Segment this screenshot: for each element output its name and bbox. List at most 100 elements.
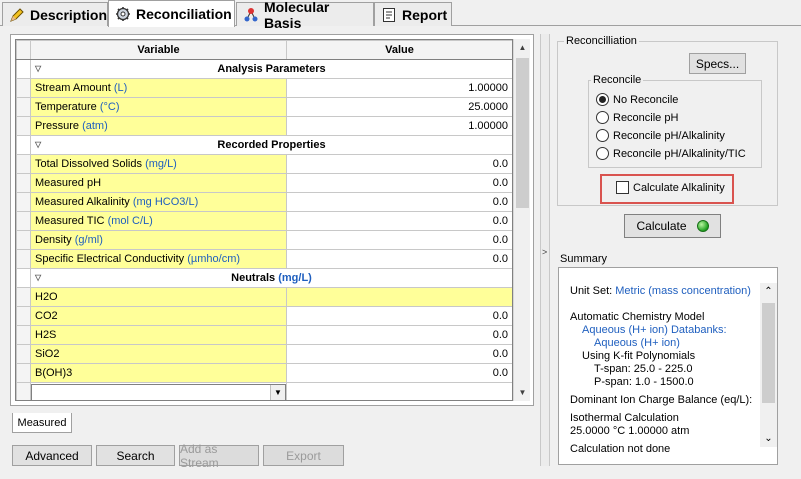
panel-splitter[interactable]: > bbox=[540, 34, 550, 466]
variable-unit: (g/ml) bbox=[74, 234, 103, 246]
variable-cell[interactable]: Density (g/ml) bbox=[30, 230, 287, 250]
table-row[interactable]: SiO2 0.0 bbox=[16, 344, 512, 364]
tab-report[interactable]: Report bbox=[374, 2, 452, 26]
section-header-row[interactable]: ▽ Analysis Parameters bbox=[16, 59, 512, 79]
value-cell[interactable]: 0.0 bbox=[286, 154, 512, 174]
collapse-icon[interactable]: ▽ bbox=[35, 64, 41, 73]
row-indicator bbox=[16, 211, 31, 231]
variable-name: B(OH)3 bbox=[35, 367, 73, 379]
variable-cell[interactable]: H2S bbox=[30, 325, 287, 345]
new-entry-row[interactable]: ▼ bbox=[16, 382, 512, 400]
tab-description[interactable]: Description bbox=[2, 2, 108, 26]
table-row[interactable]: H2O bbox=[16, 287, 512, 307]
radio-unselected-icon bbox=[596, 129, 609, 142]
value-cell[interactable]: 1.00000 bbox=[286, 78, 512, 98]
section-title-unit: (mg/L) bbox=[278, 272, 312, 284]
value-cell[interactable]: 0.0 bbox=[286, 344, 512, 364]
table-row[interactable]: Pressure (atm) 1.00000 bbox=[16, 116, 512, 136]
variable-cell[interactable]: H2O bbox=[30, 287, 287, 307]
collapse-icon[interactable]: ▽ bbox=[35, 273, 41, 282]
value-cell[interactable] bbox=[286, 287, 512, 307]
add-as-stream-button[interactable]: Add as Stream bbox=[179, 442, 259, 470]
sheet-tab-measured[interactable]: Measured bbox=[12, 413, 72, 433]
table-row[interactable]: Stream Amount (L) 1.00000 bbox=[16, 78, 512, 98]
radio-reconcile-ph[interactable]: Reconcile pH bbox=[596, 111, 678, 124]
variable-cell[interactable]: B(OH)3 bbox=[30, 363, 287, 383]
variable-cell[interactable]: Measured Alkalinity (mg HCO3/L) bbox=[30, 192, 287, 212]
section-header-row[interactable]: ▽ Neutrals (mg/L) bbox=[16, 268, 512, 288]
radio-reconcile-ph-alkalinity[interactable]: Reconcile pH/Alkalinity bbox=[596, 129, 725, 142]
variable-cell[interactable]: Measured pH bbox=[30, 173, 287, 193]
value-cell[interactable]: 0.0 bbox=[286, 363, 512, 383]
databank-line-2[interactable]: Aqueous (H+ ion) bbox=[570, 337, 760, 350]
value-cell[interactable]: 0.0 bbox=[286, 230, 512, 250]
tab-reconciliation[interactable]: Reconciliation bbox=[108, 0, 235, 27]
variable-unit: (mg HCO3/L) bbox=[132, 196, 199, 208]
variable-name: Measured pH bbox=[35, 177, 102, 189]
collapse-icon[interactable]: ▽ bbox=[35, 140, 41, 149]
summary-scroll-thumb[interactable] bbox=[762, 303, 775, 403]
radio-selected-icon bbox=[596, 93, 609, 106]
databank-line-1[interactable]: Aqueous (H+ ion) Databanks: bbox=[570, 324, 760, 337]
new-entry-cell[interactable]: ▼ bbox=[30, 382, 287, 400]
value-cell[interactable]: 0.0 bbox=[286, 173, 512, 193]
species-combobox[interactable]: ▼ bbox=[31, 383, 286, 400]
table-row[interactable]: Specific Electrical Conductivity (µmho/c… bbox=[16, 249, 512, 269]
variable-cell[interactable]: Measured TIC (mol C/L) bbox=[30, 211, 287, 231]
column-header-variable[interactable]: Variable bbox=[30, 40, 287, 60]
value-cell[interactable]: 1.00000 bbox=[286, 116, 512, 136]
radio-no-reconcile[interactable]: No Reconcile bbox=[596, 93, 678, 106]
table-row[interactable]: B(OH)3 0.0 bbox=[16, 363, 512, 383]
unit-set-label: Unit Set: bbox=[570, 285, 613, 297]
scroll-up-icon[interactable]: ▲ bbox=[514, 39, 531, 56]
section-header-row[interactable]: ▽ Recorded Properties bbox=[16, 135, 512, 155]
radio-no-reconcile-label: No Reconcile bbox=[613, 93, 679, 106]
variable-cell[interactable]: Pressure (atm) bbox=[30, 116, 287, 136]
chevron-right-icon[interactable]: > bbox=[542, 247, 547, 257]
value-cell[interactable]: 0.0 bbox=[286, 192, 512, 212]
variable-cell[interactable]: Total Dissolved Solids (mg/L) bbox=[30, 154, 287, 174]
calculate-alkalinity-checkbox[interactable]: Calculate Alkalinity bbox=[616, 181, 725, 194]
variable-unit: (L) bbox=[113, 82, 128, 94]
unit-set-value[interactable]: Metric (mass concentration) bbox=[615, 285, 751, 297]
variable-cell[interactable]: Stream Amount (L) bbox=[30, 78, 287, 98]
table-row[interactable]: Density (g/ml) 0.0 bbox=[16, 230, 512, 250]
radio-reconcile-ph-alkalinity-tic[interactable]: Reconcile pH/Alkalinity/TIC bbox=[596, 147, 746, 160]
table-row[interactable]: Temperature (°C) 25.0000 bbox=[16, 97, 512, 117]
grid-vertical-scrollbar[interactable]: ▲ ▼ bbox=[513, 39, 530, 401]
tab-molecular-basis[interactable]: Molecular Basis bbox=[236, 0, 374, 31]
table-row[interactable]: Measured pH 0.0 bbox=[16, 173, 512, 193]
variable-name: Temperature bbox=[35, 101, 97, 113]
chevron-down-icon[interactable]: ⌄ bbox=[760, 430, 777, 447]
value-cell[interactable]: 0.0 bbox=[286, 306, 512, 326]
radio-unselected-icon bbox=[596, 111, 609, 124]
table-row[interactable]: H2S 0.0 bbox=[16, 325, 512, 345]
value-cell[interactable]: 0.0 bbox=[286, 211, 512, 231]
table-row[interactable]: Measured TIC (mol C/L) 0.0 bbox=[16, 211, 512, 231]
report-icon bbox=[381, 7, 397, 23]
specs-button[interactable]: Specs... bbox=[689, 53, 746, 74]
value-cell[interactable]: 25.0000 bbox=[286, 97, 512, 117]
scroll-thumb[interactable] bbox=[516, 58, 529, 208]
value-cell[interactable] bbox=[286, 382, 512, 400]
table-row[interactable]: Total Dissolved Solids (mg/L) 0.0 bbox=[16, 154, 512, 174]
variable-cell[interactable]: CO2 bbox=[30, 306, 287, 326]
table-row[interactable]: Measured Alkalinity (mg HCO3/L) 0.0 bbox=[16, 192, 512, 212]
advanced-button[interactable]: Advanced bbox=[12, 445, 92, 466]
value-cell[interactable]: 0.0 bbox=[286, 249, 512, 269]
table-row[interactable]: CO2 0.0 bbox=[16, 306, 512, 326]
variable-cell[interactable]: Temperature (°C) bbox=[30, 97, 287, 117]
calculate-button[interactable]: Calculate bbox=[624, 214, 721, 238]
search-button[interactable]: Search bbox=[96, 445, 175, 466]
summary-vertical-scrollbar[interactable]: ⌃ ⌄ bbox=[760, 283, 777, 447]
variable-cell[interactable]: SiO2 bbox=[30, 344, 287, 364]
grid-body: ▽ Analysis Parameters Stream Amount (L) 1.0… bbox=[16, 59, 512, 400]
value-cell[interactable]: 0.0 bbox=[286, 325, 512, 345]
variable-unit: (mol C/L) bbox=[107, 215, 153, 227]
chevron-up-icon[interactable]: ⌃ bbox=[760, 283, 777, 300]
column-header-value[interactable]: Value bbox=[286, 40, 512, 60]
scroll-down-icon[interactable]: ▼ bbox=[514, 384, 531, 401]
dropdown-arrow-icon[interactable]: ▼ bbox=[270, 384, 285, 400]
variable-cell[interactable]: Specific Electrical Conductivity (µmho/c… bbox=[30, 249, 287, 269]
export-button[interactable]: Export bbox=[263, 445, 344, 466]
